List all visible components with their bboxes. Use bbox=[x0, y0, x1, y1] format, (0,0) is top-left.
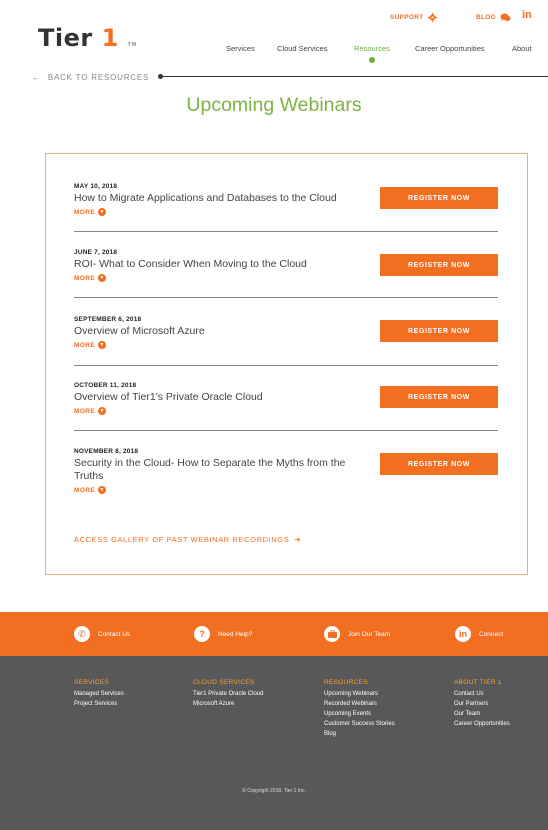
more-toggle[interactable]: MORE ▼ bbox=[74, 208, 498, 216]
join-label: Join Our Team bbox=[348, 630, 391, 638]
cta-bar: ✆ Contact Us ? Need Help? Join Our Team … bbox=[0, 612, 548, 656]
more-label: MORE bbox=[74, 341, 96, 349]
blog-label: BLOG bbox=[476, 14, 496, 21]
nav-resources[interactable]: Resources bbox=[354, 44, 390, 53]
chevron-down-icon: ▼ bbox=[98, 341, 107, 349]
question-icon: ? bbox=[194, 626, 210, 642]
webinar-title: ROI- What to Consider When Moving to the… bbox=[74, 258, 307, 270]
linkedin-icon[interactable]: in bbox=[522, 9, 532, 21]
briefcase-icon bbox=[324, 626, 340, 642]
gallery-label: ACCESS GALLERY OF PAST WEBINAR RECORDING… bbox=[74, 535, 290, 544]
more-label: MORE bbox=[74, 407, 96, 415]
nav-cloud-services[interactable]: Cloud Services bbox=[277, 44, 327, 53]
chat-bubbles-icon bbox=[500, 13, 511, 22]
contact-us-link[interactable]: ✆ Contact Us bbox=[74, 612, 130, 656]
footer-col-resources: RESOURCES Upcoming Webinars Recorded Web… bbox=[324, 678, 395, 739]
logo-trademark: TM bbox=[127, 42, 138, 48]
support-link[interactable]: SUPPORT bbox=[390, 13, 437, 22]
site-header: Tier 1 TM SUPPORT BLOG in Services Cloud… bbox=[0, 0, 548, 64]
footer-link[interactable]: Tier1 Private Oracle Cloud bbox=[193, 689, 263, 699]
footer-link[interactable]: Customer Success Stories bbox=[324, 719, 395, 729]
more-label: MORE bbox=[74, 274, 96, 282]
footer-link[interactable]: Upcoming Webinars bbox=[324, 689, 395, 699]
footer-link[interactable]: Managed Services bbox=[74, 689, 124, 699]
item-divider bbox=[74, 365, 498, 366]
arrow-right-icon: ➜ bbox=[294, 535, 302, 544]
blog-link[interactable]: BLOG bbox=[476, 13, 511, 22]
webinar-title: How to Migrate Applications and Database… bbox=[74, 192, 337, 204]
footer-col-cloud: CLOUD SERVICES Tier1 Private Oracle Clou… bbox=[193, 678, 263, 709]
register-now-button[interactable]: REGISTER NOW bbox=[380, 187, 498, 209]
footer-heading: ABOUT TIER 1 bbox=[454, 679, 502, 686]
chevron-down-icon: ▼ bbox=[98, 407, 107, 415]
footer-heading: RESOURCES bbox=[324, 679, 368, 686]
arrow-left-icon: ← bbox=[32, 73, 41, 82]
linkedin-icon: in bbox=[455, 626, 471, 642]
back-to-resources-link[interactable]: ← BACK TO RESOURCES bbox=[32, 73, 149, 82]
past-recordings-link[interactable]: ACCESS GALLERY OF PAST WEBINAR RECORDING… bbox=[74, 535, 301, 544]
nav-services[interactable]: Services bbox=[226, 44, 255, 53]
nav-about[interactable]: About bbox=[512, 44, 532, 53]
register-now-button[interactable]: REGISTER NOW bbox=[380, 254, 498, 276]
need-help-link[interactable]: ? Need Help? bbox=[194, 612, 252, 656]
footer-link[interactable]: Blog bbox=[324, 729, 395, 739]
phone-icon: ✆ bbox=[74, 626, 90, 642]
more-toggle[interactable]: MORE ▼ bbox=[74, 486, 498, 494]
footer-link[interactable]: Career Opportunities bbox=[454, 719, 510, 729]
chevron-down-icon: ▼ bbox=[98, 208, 107, 216]
back-label: BACK TO RESOURCES bbox=[47, 73, 150, 82]
register-now-button[interactable]: REGISTER NOW bbox=[380, 453, 498, 475]
header-divider-line bbox=[161, 76, 548, 77]
footer-link[interactable]: Upcoming Events bbox=[324, 709, 395, 719]
register-now-button[interactable]: REGISTER NOW bbox=[380, 320, 498, 342]
gear-icon bbox=[427, 13, 437, 22]
more-label: MORE bbox=[74, 486, 96, 494]
footer-link[interactable]: Contact Us bbox=[454, 689, 510, 699]
item-divider bbox=[74, 297, 498, 298]
webinar-title: Overview of Microsoft Azure bbox=[74, 325, 205, 337]
item-divider bbox=[74, 231, 498, 232]
webinar-title: Security in the Cloud- How to Separate t… bbox=[74, 457, 346, 482]
footer-heading: SERVICES bbox=[74, 679, 110, 686]
help-label: Need Help? bbox=[218, 630, 253, 638]
more-toggle[interactable]: MORE ▼ bbox=[74, 341, 498, 349]
footer-link[interactable]: Our Partners bbox=[454, 699, 510, 709]
support-label: SUPPORT bbox=[390, 14, 424, 21]
copyright-text: © Copyright 2018, Tier 1 Inc. bbox=[242, 788, 306, 794]
webinar-title: Overview of Tier1's Private Oracle Cloud bbox=[74, 391, 263, 403]
logo-number: 1 bbox=[101, 24, 119, 52]
chevron-down-icon: ▼ bbox=[98, 274, 107, 282]
footer-link[interactable]: Our Team bbox=[454, 709, 510, 719]
active-nav-indicator bbox=[369, 57, 375, 63]
connect-link[interactable]: in Connect bbox=[455, 612, 503, 656]
footer-col-services: SERVICES Managed Services Project Servic… bbox=[74, 678, 124, 709]
footer-link[interactable]: Project Services bbox=[74, 699, 124, 709]
footer-heading: CLOUD SERVICES bbox=[193, 679, 255, 686]
webinar-list-card bbox=[45, 153, 528, 575]
register-now-button[interactable]: REGISTER NOW bbox=[380, 386, 498, 408]
footer-link[interactable]: Recorded Webinars bbox=[324, 699, 395, 709]
join-our-team-link[interactable]: Join Our Team bbox=[324, 612, 390, 656]
footer-col-about: ABOUT TIER 1 Contact Us Our Partners Our… bbox=[454, 678, 510, 729]
more-toggle[interactable]: MORE ▼ bbox=[74, 407, 498, 415]
tier1-logo[interactable]: Tier 1 TM bbox=[38, 24, 137, 52]
contact-label: Contact Us bbox=[98, 630, 131, 638]
page-title: Upcoming Webinars bbox=[186, 94, 362, 116]
item-divider bbox=[74, 430, 498, 431]
footer-link[interactable]: Microsoft Azure bbox=[193, 699, 263, 709]
connect-label: Connect bbox=[479, 630, 504, 638]
logo-text: Tier bbox=[38, 24, 93, 52]
nav-career-opportunities[interactable]: Career Opportunities bbox=[415, 44, 485, 53]
chevron-down-icon: ▼ bbox=[98, 486, 107, 494]
more-label: MORE bbox=[74, 208, 96, 216]
